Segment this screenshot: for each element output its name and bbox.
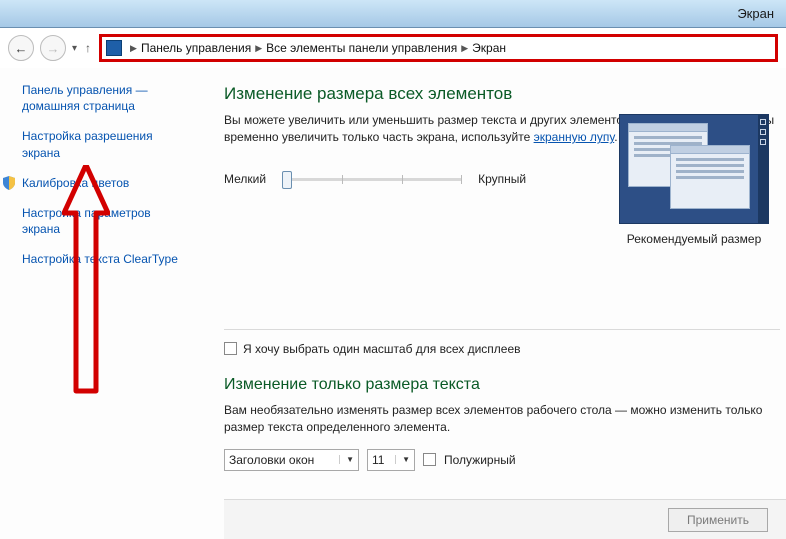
sidebar-item-cleartype[interactable]: Настройка текста ClearType <box>22 251 190 267</box>
element-combo[interactable]: Заголовки окон ▼ <box>224 449 359 471</box>
slider-notch <box>342 175 343 184</box>
footer: Применить <box>224 499 786 539</box>
title-bar: Экран <box>0 0 786 28</box>
chevron-down-icon: ▼ <box>395 455 410 464</box>
chevron-right-icon: ▶ <box>130 43 137 54</box>
bold-checkbox[interactable] <box>423 453 436 466</box>
bold-label: Полужирный <box>444 453 516 467</box>
text-size-controls: Заголовки окон ▼ 11 ▼ Полужирный <box>224 449 780 471</box>
apply-button[interactable]: Применить <box>668 508 768 532</box>
recommended-size-figure: Рекомендуемый размер <box>614 114 774 246</box>
slider-notch <box>461 175 462 184</box>
recommended-caption: Рекомендуемый размер <box>614 232 774 246</box>
up-button[interactable]: ↑ <box>83 41 93 55</box>
address-bar-row: ← → ▾ ↑ ▶ Панель управления ▶ Все элемен… <box>0 28 786 68</box>
sidebar: Панель управления — домашняя страница На… <box>0 68 202 539</box>
slider-max-label: Крупный <box>478 172 526 186</box>
size-slider[interactable] <box>282 169 462 189</box>
window-title: Экран <box>737 6 774 21</box>
chevron-down-icon: ▼ <box>339 455 354 464</box>
slider-track <box>282 178 462 181</box>
sidebar-item-display-settings[interactable]: Настройка параметров экрана <box>22 205 190 237</box>
chevron-right-icon: ▶ <box>461 43 468 54</box>
bc-control-panel[interactable]: Панель управления <box>141 41 251 55</box>
sidebar-item-color-calibration[interactable]: Калибровка цветов <box>22 175 190 191</box>
forward-button[interactable]: → <box>40 35 66 61</box>
bc-display[interactable]: Экран <box>472 41 506 55</box>
sidebar-item-resolution[interactable]: Настройка разрешения экрана <box>22 128 190 160</box>
slider-min-label: Мелкий <box>224 172 266 186</box>
single-scale-checkbox-row: Я хочу выбрать один масштаб для всех дис… <box>224 342 780 356</box>
divider <box>224 329 780 330</box>
shield-icon <box>2 176 16 190</box>
chevron-right-icon: ▶ <box>255 43 262 54</box>
main-panel: Изменение размера всех элементов Вы може… <box>202 68 786 539</box>
text-only-description: Вам необязательно изменять размер всех э… <box>224 402 780 437</box>
bc-all-items[interactable]: Все элементы панели управления <box>266 41 457 55</box>
breadcrumb[interactable]: ▶ Панель управления ▶ Все элементы панел… <box>99 34 778 62</box>
heading-text-only: Изменение только размера текста <box>224 376 780 394</box>
magnifier-link[interactable]: экранную лупу <box>534 130 615 144</box>
display-icon <box>106 40 122 56</box>
monitor-illustration-icon <box>619 114 769 224</box>
slider-thumb[interactable] <box>282 171 292 189</box>
size-combo[interactable]: 11 ▼ <box>367 449 415 471</box>
single-scale-checkbox[interactable] <box>224 342 237 355</box>
single-scale-label: Я хочу выбрать один масштаб для всех дис… <box>243 342 521 356</box>
sidebar-item-home[interactable]: Панель управления — домашняя страница <box>22 82 190 114</box>
slider-notch <box>402 175 403 184</box>
history-dropdown-icon[interactable]: ▾ <box>72 43 77 54</box>
back-button[interactable]: ← <box>8 35 34 61</box>
heading-resize-all: Изменение размера всех элементов <box>224 84 780 104</box>
